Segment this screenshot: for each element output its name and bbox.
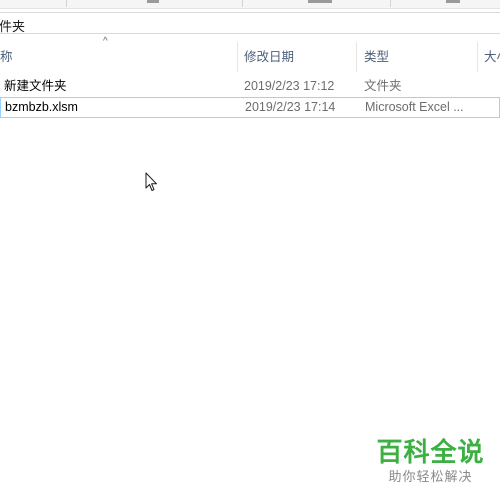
file-modified-date: 2019/2/23 17:14 [245, 100, 336, 114]
file-row-folder[interactable]: 新建文件夹 2019/2/23 17:12 文件夹 [0, 76, 500, 97]
ribbon-divider [242, 0, 243, 7]
column-header-date[interactable]: 修改日期 [244, 40, 354, 74]
column-divider[interactable] [237, 42, 238, 72]
address-bar[interactable]: 件夹 [0, 12, 500, 34]
column-header-row: 称 修改日期 类型 大小 [0, 40, 500, 74]
ribbon-label-fragment [446, 0, 460, 3]
watermark-logo: 百科全说 助你轻松解决 [373, 438, 488, 486]
file-modified-date: 2019/2/23 17:12 [244, 79, 335, 93]
arrow-cursor-icon [145, 172, 157, 191]
column-header-size[interactable]: 大小 [484, 40, 500, 74]
column-header-size-label: 大小 [484, 50, 500, 64]
file-explorer-window: 件夹 ^ 称 修改日期 类型 大小 新建文件夹 2019/2/23 17:12 … [0, 0, 500, 500]
file-row-xlsm[interactable]: bzmbzb.xlsm 2019/2/23 17:14 Microsoft Ex… [0, 97, 500, 118]
address-path[interactable]: 件夹 [0, 16, 25, 35]
column-divider[interactable] [356, 42, 357, 72]
column-divider[interactable] [477, 42, 478, 72]
file-name: 新建文件夹 [4, 79, 67, 93]
ribbon-divider [66, 0, 67, 7]
ribbon-label-fragment [147, 0, 159, 3]
file-type: 文件夹 [364, 79, 402, 93]
ribbon-toolbar-edge [0, 0, 500, 9]
file-type: Microsoft Excel ... [365, 100, 464, 114]
watermark-title: 百科全说 [376, 438, 485, 468]
file-name: bzmbzb.xlsm [5, 100, 78, 114]
column-header-date-label: 修改日期 [244, 50, 295, 64]
ribbon-divider [390, 0, 391, 7]
column-header-type[interactable]: 类型 [364, 40, 474, 74]
column-header-name[interactable]: 称 [0, 40, 236, 74]
watermark-subtitle: 助你轻松解决 [388, 470, 473, 485]
column-header-type-label: 类型 [364, 50, 390, 64]
ribbon-label-fragment [308, 0, 332, 3]
column-header-name-label: 称 [0, 50, 13, 64]
